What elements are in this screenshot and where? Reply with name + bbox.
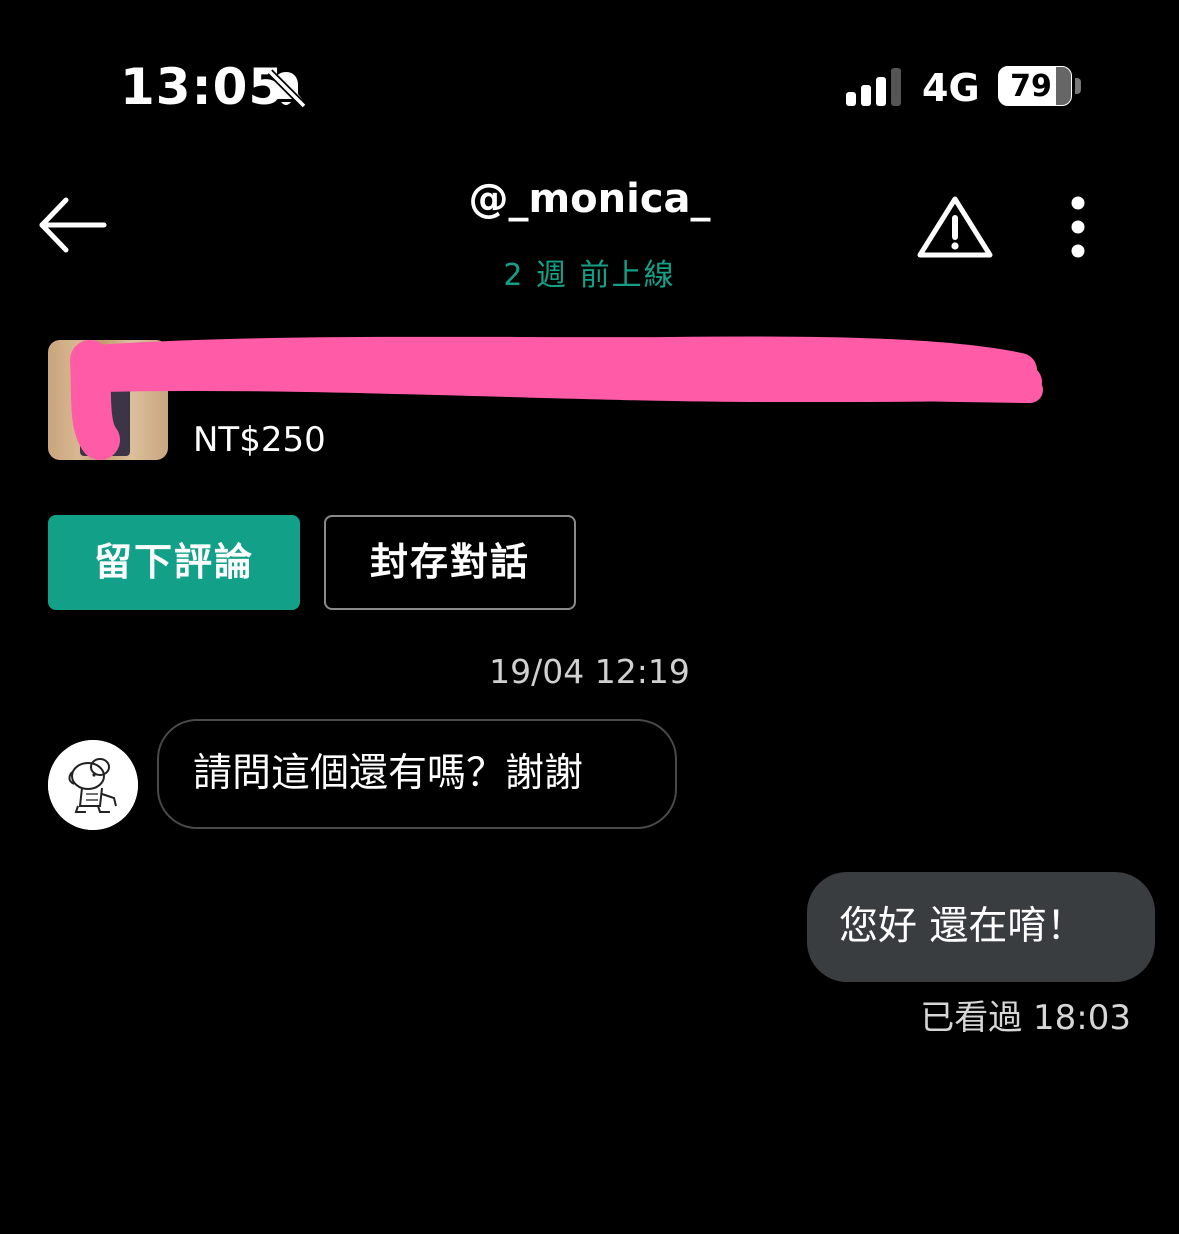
conversation-timestamp: 19/04 12:19 — [489, 652, 690, 691]
battery-indicator: 79 — [998, 66, 1084, 108]
incoming-message[interactable]: 請問這個還有嗎？謝謝 — [157, 719, 677, 829]
warning-triangle-icon[interactable] — [916, 194, 994, 260]
chat-screen: 13:05 4G 79 @_monica_ 2 週 前上線 \... ... .… — [0, 0, 1179, 1234]
battery-level: 79 — [1010, 69, 1052, 104]
bell-off-icon — [267, 69, 307, 109]
leave-review-button[interactable]: 留下評論 — [48, 515, 300, 610]
more-options-icon[interactable] — [1060, 192, 1096, 262]
chat-username[interactable]: @_monica_ — [0, 176, 1179, 222]
user-avatar[interactable] — [48, 740, 138, 830]
archive-conversation-button[interactable]: 封存對話 — [324, 515, 576, 610]
signal-strength-icon — [846, 68, 901, 106]
status-time: 13:05 — [120, 58, 285, 116]
outgoing-message[interactable]: 您好 還在唷！ — [807, 872, 1155, 982]
read-receipt: 已看過 18:03 — [920, 998, 1131, 1038]
network-type: 4G — [922, 66, 980, 110]
listing-price: NT$250 — [193, 420, 326, 460]
last-seen-status: 2 週 前上線 — [503, 258, 676, 293]
